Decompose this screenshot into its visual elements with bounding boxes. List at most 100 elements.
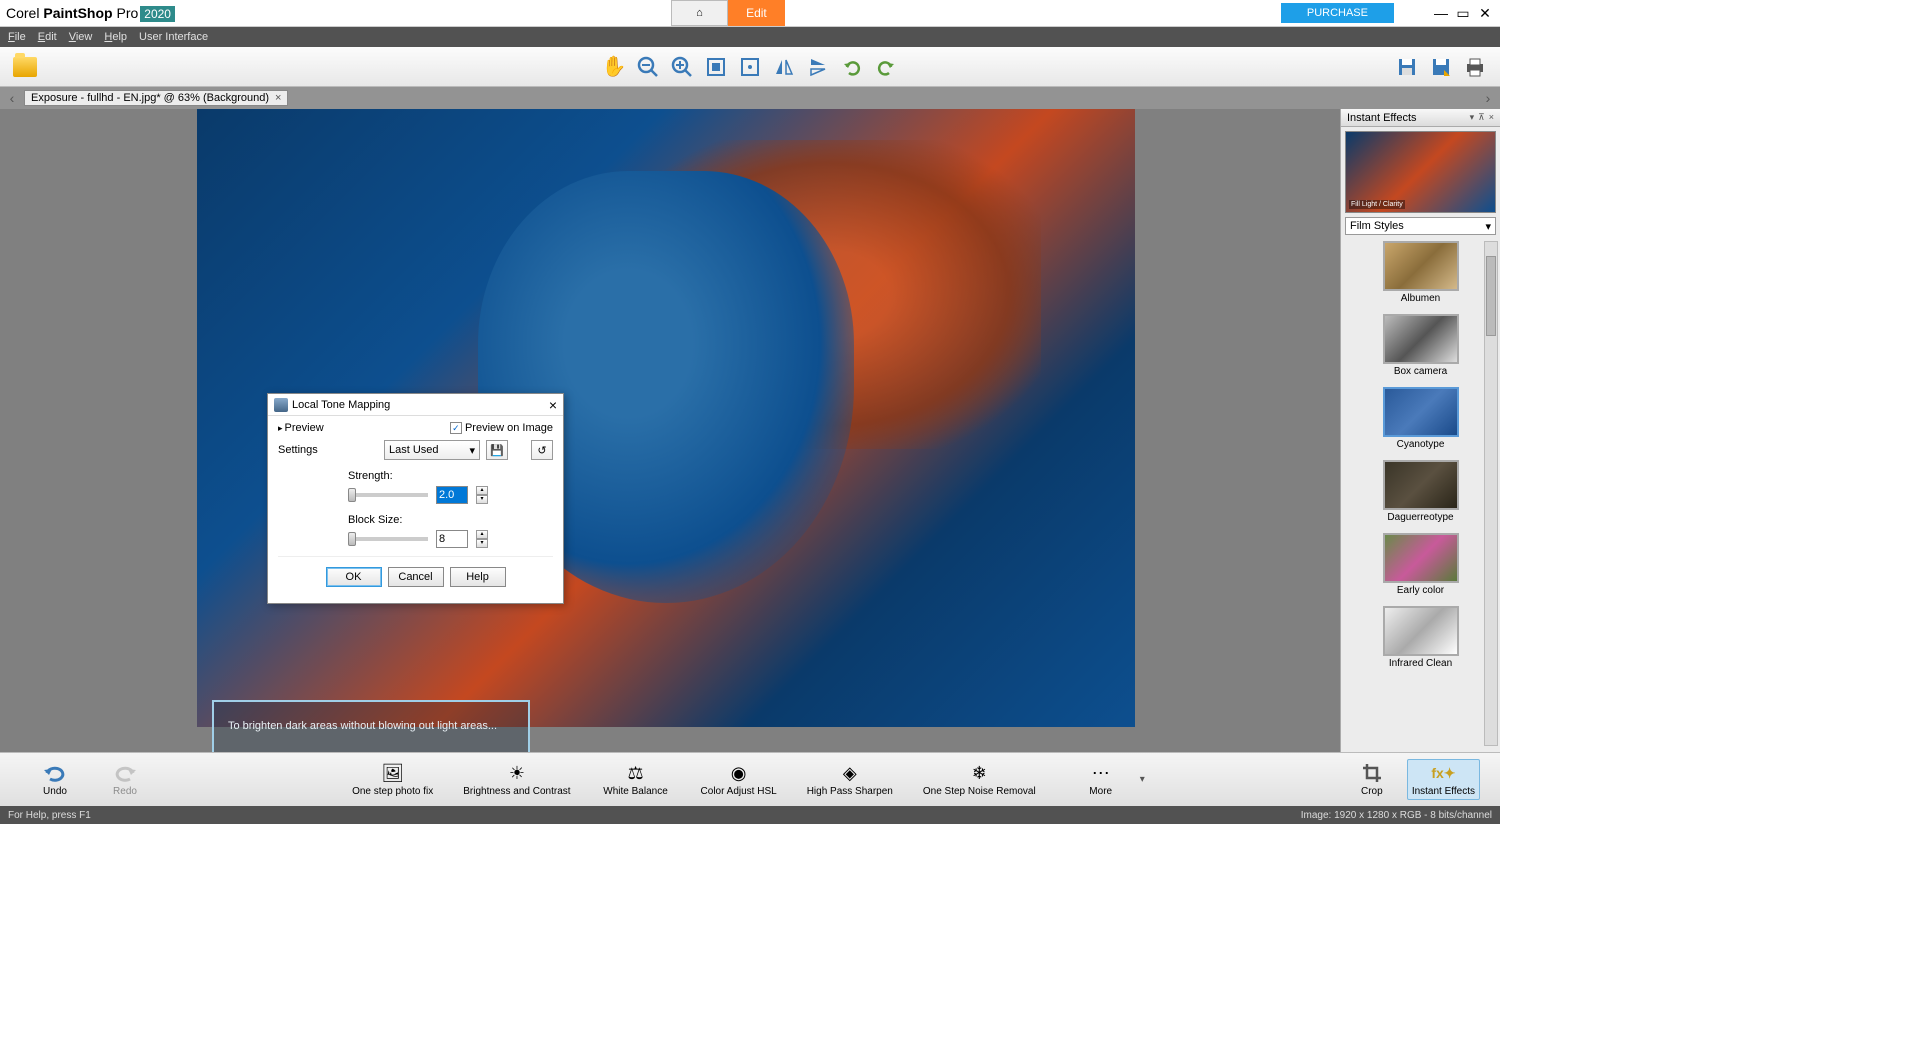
menu-view[interactable]: View — [69, 31, 93, 43]
block-size-spinner[interactable]: ▴▾ — [476, 530, 488, 548]
effect-item-albumen[interactable]: Albumen — [1341, 241, 1500, 304]
bottom-white-balance-button[interactable]: ⚖White Balance — [601, 762, 671, 797]
pan-button[interactable]: ✋ — [599, 52, 629, 82]
reset-icon: ↺ — [537, 444, 546, 457]
panel-header[interactable]: Instant Effects ▾⊼× — [1341, 109, 1500, 127]
document-tab[interactable]: Exposure - fullhd - EN.jpg* @ 63% (Backg… — [24, 90, 288, 106]
undo-icon — [42, 763, 68, 783]
save-as-button[interactable] — [1426, 52, 1456, 82]
dialog-close-button[interactable]: × — [549, 397, 557, 413]
minimize-button[interactable]: — — [1434, 6, 1448, 20]
effect-category-dropdown[interactable]: Film Styles▾ — [1345, 217, 1496, 235]
title-bar: Corel PaintShop Pro2020 ⌂ Edit PURCHASE … — [0, 0, 1500, 27]
adjust-icon: ⋯ — [1088, 762, 1114, 784]
bottom-one-step-noise-removal-button[interactable]: ❄One Step Noise Removal — [923, 762, 1036, 797]
main-toolbar: ✋ — [0, 47, 1500, 87]
effect-label: Early color — [1341, 585, 1500, 596]
menu-ui[interactable]: User Interface — [139, 31, 208, 43]
document-tab-bar: ‹ Exposure - fullhd - EN.jpg* @ 63% (Bac… — [0, 87, 1500, 109]
status-image-info: Image: 1920 x 1280 x RGB - 8 bits/channe… — [1301, 810, 1492, 821]
panel-pin-icon[interactable]: ⊼ — [1478, 112, 1485, 123]
workspace-tab-edit[interactable]: Edit — [728, 0, 785, 26]
save-preset-button[interactable]: 💾 — [486, 440, 508, 460]
panel-menu-icon[interactable]: ▾ — [1470, 112, 1475, 123]
effect-item-infrared-clean[interactable]: Infrared Clean — [1341, 606, 1500, 669]
bottom-crop-button[interactable]: Crop — [1337, 762, 1407, 797]
ok-button[interactable]: OK — [326, 567, 382, 587]
bottom-more-button[interactable]: ⋯More — [1066, 762, 1136, 797]
flip-h-icon — [773, 56, 795, 78]
effect-thumb — [1383, 460, 1459, 510]
cancel-button[interactable]: Cancel — [388, 567, 444, 587]
actual-icon — [739, 56, 761, 78]
strength-slider[interactable] — [348, 493, 428, 497]
effect-label: Infrared Clean — [1341, 658, 1500, 669]
zoom-in-button[interactable] — [667, 52, 697, 82]
tab-nav-right[interactable]: › — [1480, 90, 1496, 106]
save-icon — [1396, 56, 1418, 78]
close-button[interactable]: ✕ — [1478, 6, 1492, 20]
bottom-toolbar: Undo Redo 🖼One step photo fix☀Brightness… — [0, 752, 1500, 806]
strength-spinner[interactable]: ▴▾ — [476, 486, 488, 504]
bottom-one-step-photo-fix-button[interactable]: 🖼One step photo fix — [352, 762, 433, 797]
flip-vertical-button[interactable] — [803, 52, 833, 82]
menu-file[interactable]: File — [8, 31, 26, 43]
workspace-tab-home[interactable]: ⌂ — [671, 0, 728, 26]
fx-icon: fx✦ — [1431, 765, 1455, 782]
bottom-undo-button[interactable]: Undo — [20, 762, 90, 797]
redo-button[interactable] — [871, 52, 901, 82]
preview-expand-toggle[interactable]: Preview — [278, 422, 324, 434]
menu-help[interactable]: Help — [104, 31, 127, 43]
reset-button[interactable]: ↺ — [531, 440, 553, 460]
bottom-color-adjust-hsl-button[interactable]: ◉Color Adjust HSL — [701, 762, 777, 797]
maximize-button[interactable]: ▭ — [1456, 6, 1470, 20]
tab-nav-left[interactable]: ‹ — [4, 90, 20, 106]
print-icon — [1464, 56, 1486, 78]
block-size-input[interactable] — [436, 530, 468, 548]
tip-description: To brighten dark areas without blowing o… — [228, 720, 514, 732]
effect-thumb — [1383, 606, 1459, 656]
flip-v-icon — [807, 56, 829, 78]
bottom-brightness-and-contrast-button[interactable]: ☀Brightness and Contrast — [463, 762, 570, 797]
fit-icon — [705, 56, 727, 78]
block-size-slider[interactable] — [348, 537, 428, 541]
redo-icon — [875, 56, 897, 78]
fit-window-button[interactable] — [701, 52, 731, 82]
print-button[interactable] — [1460, 52, 1490, 82]
undo-icon — [841, 56, 863, 78]
canvas-area[interactable]: To brighten dark areas without blowing o… — [0, 109, 1340, 752]
status-help-text: For Help, press F1 — [8, 810, 91, 821]
status-bar: For Help, press F1 Image: 1920 x 1280 x … — [0, 806, 1500, 824]
effect-thumb — [1383, 387, 1459, 437]
instant-effects-panel: Instant Effects ▾⊼× Fill Light / Clarity… — [1340, 109, 1500, 752]
settings-label: Settings — [278, 444, 378, 456]
actual-size-button[interactable] — [735, 52, 765, 82]
panel-close-icon[interactable]: × — [1489, 112, 1494, 123]
bottom-instant-effects-button[interactable]: fx✦Instant Effects — [1407, 759, 1480, 800]
menu-edit[interactable]: Edit — [38, 31, 57, 43]
preview-on-image-checkbox[interactable]: ✓ Preview on Image — [450, 422, 553, 434]
undo-button[interactable] — [837, 52, 867, 82]
effect-item-early-color[interactable]: Early color — [1341, 533, 1500, 596]
effect-item-daguerreotype[interactable]: Daguerreotype — [1341, 460, 1500, 523]
effect-thumb — [1383, 241, 1459, 291]
bottom-high-pass-sharpen-button[interactable]: ◈High Pass Sharpen — [807, 762, 893, 797]
dialog-titlebar[interactable]: Local Tone Mapping × — [268, 394, 563, 416]
redo-icon — [112, 763, 138, 783]
open-button[interactable] — [10, 52, 40, 82]
purchase-button[interactable]: PURCHASE — [1281, 3, 1394, 23]
document-tab-close[interactable]: × — [275, 92, 281, 104]
save-button[interactable] — [1392, 52, 1422, 82]
bottom-more-arrow[interactable]: ▾ — [1140, 774, 1145, 785]
zoom-out-button[interactable] — [633, 52, 663, 82]
flip-horizontal-button[interactable] — [769, 52, 799, 82]
dialog-icon — [274, 398, 288, 412]
effects-scrollbar[interactable] — [1484, 241, 1498, 746]
effect-item-cyanotype[interactable]: Cyanotype — [1341, 387, 1500, 450]
adjust-icon: ◉ — [726, 762, 752, 784]
strength-input[interactable] — [436, 486, 468, 504]
preset-dropdown[interactable]: Last Used▾ — [384, 440, 480, 460]
help-button[interactable]: Help — [450, 567, 506, 587]
effect-item-box-camera[interactable]: Box camera — [1341, 314, 1500, 377]
adjust-icon: ⚖ — [623, 762, 649, 784]
